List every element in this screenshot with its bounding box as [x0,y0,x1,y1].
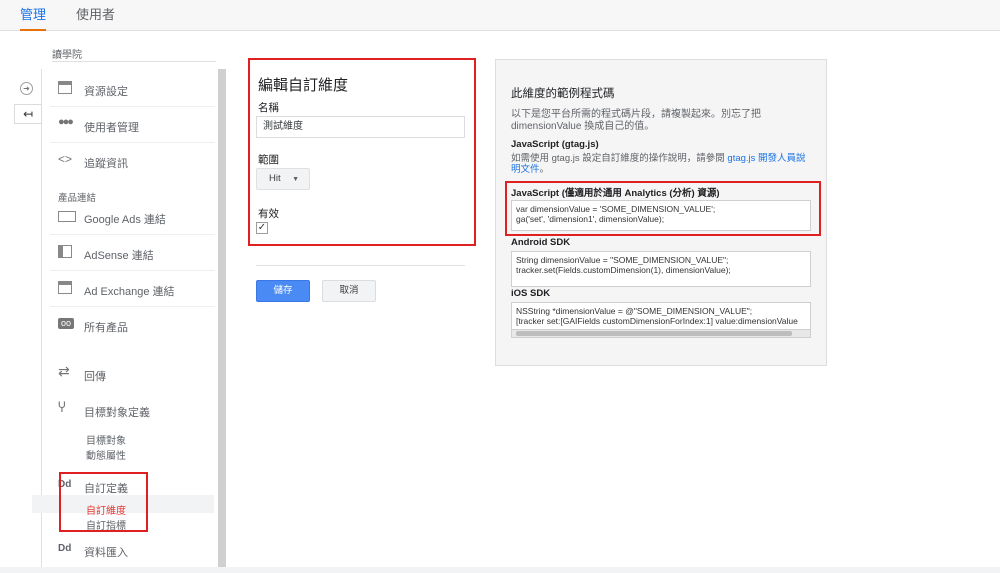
code-horizontal-scrollbar[interactable] [511,329,811,338]
android-heading: Android SDK [511,237,571,248]
active-checkbox[interactable]: ✓ [256,222,268,234]
divider [256,265,465,266]
analytics-code-block[interactable]: var dimensionValue = 'SOME_DIMENSION_VAL… [511,200,811,231]
gtag-text: 如需使用 gtag.js 設定自訂維度的操作說明，請參閱 [511,153,728,164]
name-input[interactable]: 測試維度 [256,116,465,138]
top-tab-bar: 管理 使用者 [0,0,1000,31]
arrow-circle-icon[interactable]: ➜ [20,82,33,95]
code-line: [tracker set:[GAIFields customDimensionF… [516,316,798,326]
sidebar-scrollbar[interactable] [218,69,226,573]
page-title: 編輯自訂維度 [258,77,349,94]
data-import-icon: Dd [58,543,72,554]
save-button[interactable]: 儲存 [256,280,310,302]
tab-admin[interactable]: 管理 [20,0,47,31]
divider [52,61,216,62]
bottom-strip [0,567,1000,573]
gtag-instructions: 如需使用 gtag.js 設定自訂維度的操作說明，請參閱 gtag.js 開發人… [511,153,811,175]
code-line: String dimensionValue = "SOME_DIMENSION_… [516,255,729,265]
back-arrow-icon[interactable]: ↤ [14,104,42,124]
highlight-box-sidebar [59,472,148,532]
code-line: tracker.set(Fields.customDimension(1), d… [516,265,731,275]
code-line: var dimensionValue = 'SOME_DIMENSION_VAL… [516,204,716,214]
scope-select[interactable]: Hit ▼ [256,168,310,190]
active-label: 有效 [258,208,279,220]
cancel-button[interactable]: 取消 [322,280,376,302]
code-line: NSString *dimensionValue = @"SOME_DIMENS… [516,306,753,316]
breadcrumb[interactable]: 讀學院 [52,46,82,61]
scope-select-value: Hit [269,173,281,184]
left-rail: ➜ ↤ [5,69,42,569]
scope-label: 範圍 [258,154,279,166]
code-panel-title: 此維度的範例程式碼 [511,88,615,100]
gtag-suffix: 。 [539,164,550,175]
code-line: ga('set', 'dimension1', dimensionValue); [516,214,665,224]
sidebar-item-label: 資料匯入 [84,547,128,559]
caret-down-icon: ▼ [292,176,299,183]
android-code-block[interactable]: String dimensionValue = "SOME_DIMENSION_… [511,251,811,287]
ios-heading: iOS SDK [511,288,551,299]
code-panel-description: 以下是您平台所需的程式碼片段，請複製起來。別忘了把 dimensionValue… [511,109,761,132]
gtag-heading: JavaScript (gtag.js) [511,139,599,150]
analytics-heading: JavaScript (僅適用於通用 Analytics (分析) 資源) [511,188,720,199]
sidebar-item-data-import[interactable]: Dd 資料匯入 [50,532,215,568]
tab-users[interactable]: 使用者 [76,0,115,31]
scrollbar-thumb[interactable] [516,331,792,336]
ios-code-block[interactable]: NSString *dimensionValue = @"SOME_DIMENS… [511,302,811,330]
name-label: 名稱 [258,102,279,114]
